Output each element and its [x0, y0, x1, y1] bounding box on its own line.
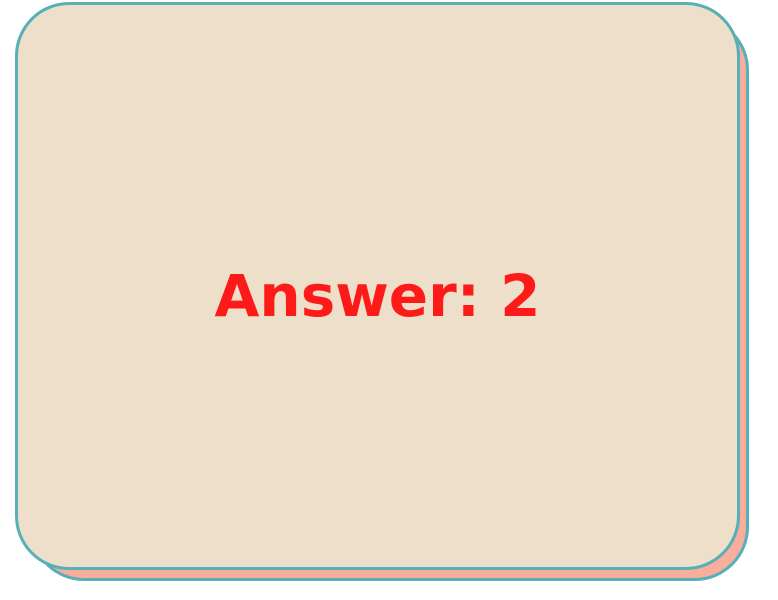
answer-stage: Answer: 2 — [0, 0, 778, 600]
answer-card: Answer: 2 — [15, 2, 740, 570]
answer-text: Answer: 2 — [214, 262, 541, 330]
